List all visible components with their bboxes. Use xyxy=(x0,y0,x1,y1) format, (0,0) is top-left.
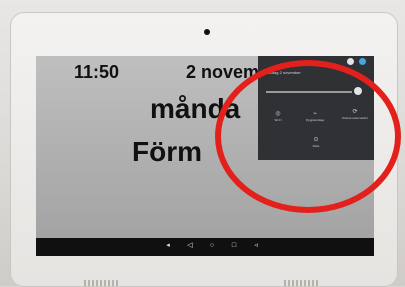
back-icon[interactable]: ◁ xyxy=(186,241,194,251)
user-avatar-icon[interactable] xyxy=(359,58,366,65)
red-highlight-circle xyxy=(215,60,401,213)
settings-gear-icon[interactable] xyxy=(347,58,354,65)
volume-down-icon[interactable]: ◂ xyxy=(164,241,172,251)
clock-time: 11:50 xyxy=(74,62,120,82)
front-camera xyxy=(204,29,210,35)
tablet-device: 11:50 2 novem månda Förm måndag 2 novemb… xyxy=(0,0,405,287)
volume-up-icon[interactable]: ◃ xyxy=(252,241,260,251)
daypart-label: Förm xyxy=(132,136,202,167)
recents-icon[interactable]: □ xyxy=(230,241,238,251)
home-icon[interactable]: ○ xyxy=(208,241,216,251)
speaker-grille-right xyxy=(284,280,320,286)
speaker-grille-left xyxy=(84,280,120,286)
navigation-bar: ◂ ◁ ○ □ ◃ xyxy=(36,238,374,256)
